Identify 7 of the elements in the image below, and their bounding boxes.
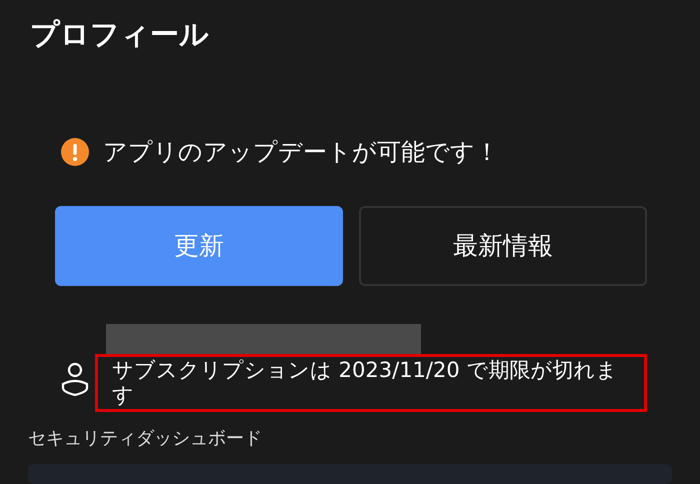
user-icon: [60, 362, 90, 396]
warning-icon: [61, 138, 89, 166]
whats-new-button[interactable]: 最新情報: [359, 206, 647, 286]
section-title: セキュリティダッシュボード: [28, 427, 263, 451]
page-title: プロフィール: [30, 16, 210, 53]
subscription-expiry-text: サブスクリプションは 2023/11/20 で期限が切れます: [112, 358, 618, 408]
update-notice: アプリのアップデートが可能です！: [103, 137, 499, 168]
